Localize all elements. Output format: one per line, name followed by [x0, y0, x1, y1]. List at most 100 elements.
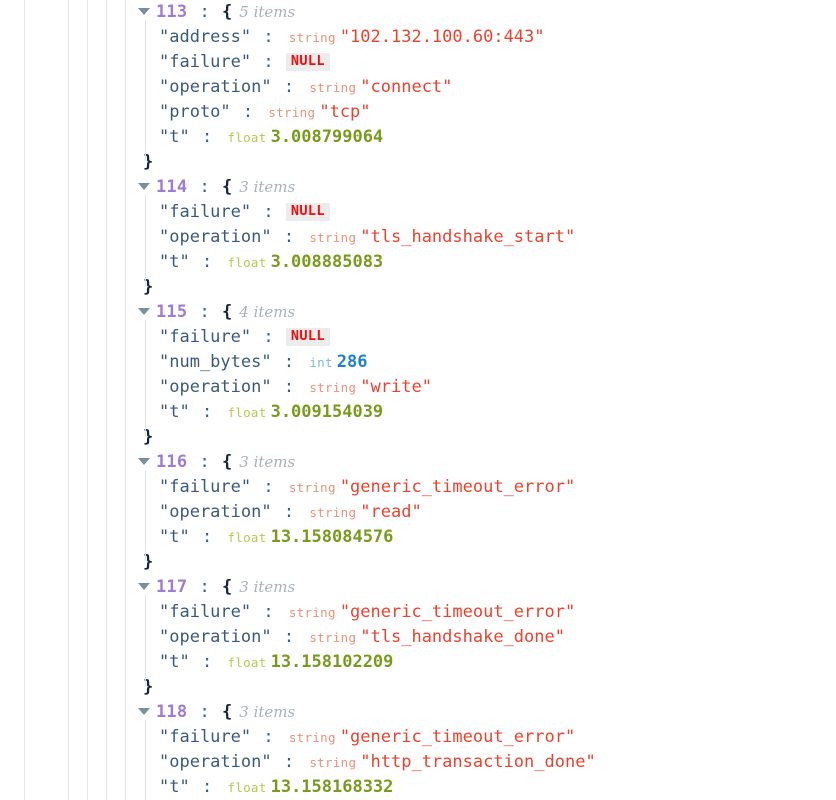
node-indent-guide: [145, 20, 146, 161]
item-count-label: 5 items: [239, 3, 296, 21]
json-entry-row[interactable]: "t" : float 13.158102209: [138, 650, 836, 675]
colon: :: [191, 127, 223, 147]
value-type-label: float: [227, 255, 267, 270]
json-entry-row[interactable]: "operation" : string "connect": [138, 75, 836, 100]
chevron-down-icon[interactable]: [138, 182, 150, 190]
open-brace: {: [222, 702, 233, 722]
indent-guide-0: [24, 0, 25, 800]
colon: :: [189, 2, 221, 22]
value-type-label: float: [227, 780, 267, 795]
entry-key: "operation": [159, 227, 272, 247]
value-type-label: float: [227, 655, 267, 670]
json-object-node: 118 : {3 items "failure" : string "generic…: [138, 700, 836, 800]
open-brace: {: [222, 302, 233, 322]
colon: :: [253, 52, 284, 72]
value-type-label: string: [288, 730, 336, 745]
node-close-row: }: [138, 275, 836, 300]
json-entry-row[interactable]: "failure" : string "generic_timeout_error…: [138, 475, 836, 500]
item-count-label: 3 items: [239, 703, 296, 721]
node-header-row[interactable]: 116 : {3 items: [138, 450, 836, 475]
chevron-down-icon[interactable]: [138, 307, 150, 315]
colon: :: [253, 602, 284, 622]
json-entry-row[interactable]: "operation" : string "http_transaction_do…: [138, 750, 836, 775]
indent-guide-2: [87, 0, 88, 800]
value-type-label: string: [288, 480, 336, 495]
indent-guide-1: [68, 0, 69, 800]
json-entry-row[interactable]: "operation" : string "read": [138, 500, 836, 525]
chevron-down-icon[interactable]: [138, 582, 150, 590]
colon: :: [273, 77, 305, 97]
json-tree: 113 : {5 items "address" : string "102.132…: [138, 0, 836, 800]
json-entry-row[interactable]: "t" : float 3.008799064: [138, 125, 836, 150]
entry-key: "failure": [159, 52, 252, 72]
colon: :: [273, 752, 305, 772]
colon: :: [253, 27, 284, 47]
colon: :: [232, 102, 264, 122]
json-entry-row[interactable]: "address" : string "102.132.100.60:443": [138, 25, 836, 50]
entry-value: "connect": [360, 77, 453, 97]
entry-value: "read": [360, 502, 422, 522]
json-entry-row[interactable]: "failure" : NULL: [138, 50, 836, 75]
json-entry-row[interactable]: "t" : float 3.009154039: [138, 400, 836, 425]
value-type-label: string: [309, 630, 357, 645]
colon: :: [189, 302, 221, 322]
colon: :: [273, 502, 305, 522]
value-type-label: string: [268, 105, 316, 120]
json-entry-row[interactable]: "failure" : NULL: [138, 200, 836, 225]
entry-key: "operation": [159, 502, 272, 522]
entry-value: "generic_timeout_error": [339, 477, 576, 497]
json-entry-row[interactable]: "operation" : string "tls_handshake_done": [138, 625, 836, 650]
node-indent-guide: [145, 195, 146, 286]
open-brace: {: [222, 452, 233, 472]
colon: :: [253, 202, 284, 222]
json-entry-row[interactable]: "t" : float 13.158168332: [138, 775, 836, 800]
entry-key: "t": [159, 777, 190, 797]
entry-key: "operation": [159, 752, 272, 772]
value-type-label: string: [309, 755, 357, 770]
json-entry-row[interactable]: "proto" : string "tcp": [138, 100, 836, 125]
chevron-down-icon[interactable]: [138, 457, 150, 465]
colon: :: [253, 727, 284, 747]
json-entry-row[interactable]: "operation" : string "write": [138, 375, 836, 400]
node-header-row[interactable]: 114 : {3 items: [138, 175, 836, 200]
node-close-row: }: [138, 550, 836, 575]
colon: :: [191, 527, 223, 547]
entry-value: "write": [360, 377, 432, 397]
value-type-label: string: [288, 30, 336, 45]
node-index: 114: [156, 177, 188, 197]
json-entry-row[interactable]: "t" : float 13.158084576: [138, 525, 836, 550]
colon: :: [191, 252, 223, 272]
node-close-row: }: [138, 425, 836, 450]
node-index: 116: [156, 452, 188, 472]
node-index: 113: [156, 2, 188, 22]
json-entry-row[interactable]: "t" : float 3.008885083: [138, 250, 836, 275]
colon: :: [253, 477, 284, 497]
entry-key: "operation": [159, 77, 272, 97]
open-brace: {: [222, 177, 233, 197]
node-header-row[interactable]: 117 : {3 items: [138, 575, 836, 600]
json-entry-row[interactable]: "num_bytes" : int 286: [138, 350, 836, 375]
colon: :: [189, 177, 221, 197]
value-type-label: string: [309, 80, 357, 95]
node-header-row[interactable]: 113 : {5 items: [138, 0, 836, 25]
json-object-node: 113 : {5 items "address" : string "102.132…: [138, 0, 836, 175]
null-value-badge: NULL: [285, 203, 330, 221]
node-index: 117: [156, 577, 188, 597]
chevron-down-icon[interactable]: [138, 7, 150, 15]
json-entry-row[interactable]: "failure" : string "generic_timeout_error…: [138, 725, 836, 750]
value-type-label: string: [309, 505, 357, 520]
json-object-node: 116 : {3 items "failure" : string "generic…: [138, 450, 836, 575]
entry-key: "failure": [159, 602, 252, 622]
json-entry-row[interactable]: "operation" : string "tls_handshake_start…: [138, 225, 836, 250]
json-entry-row[interactable]: "failure" : NULL: [138, 325, 836, 350]
value-type-label: string: [309, 380, 357, 395]
node-header-row[interactable]: 115 : {4 items: [138, 300, 836, 325]
value-type-label: float: [227, 130, 267, 145]
node-header-row[interactable]: 118 : {3 items: [138, 700, 836, 725]
entry-key: "failure": [159, 202, 252, 222]
entry-key: "t": [159, 652, 190, 672]
chevron-down-icon[interactable]: [138, 707, 150, 715]
json-entry-row[interactable]: "failure" : string "generic_timeout_error…: [138, 600, 836, 625]
item-count-label: 3 items: [239, 453, 296, 471]
entry-key: "failure": [159, 727, 252, 747]
